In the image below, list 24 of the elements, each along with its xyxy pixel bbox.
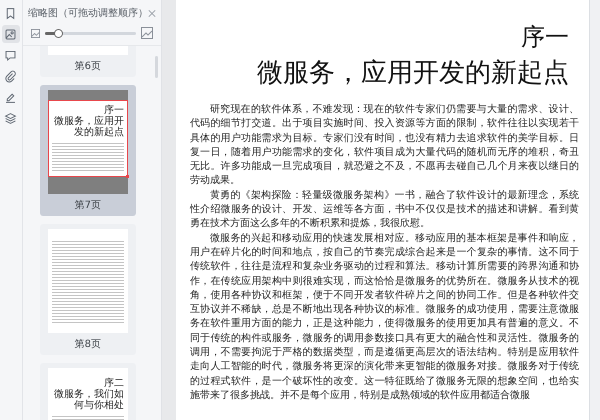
page-label: 第7页 xyxy=(74,199,102,212)
body-paragraph: 研究现在的软件体系，不难发现：现在的软件专家们仍需要与大量的需求、设计、代码的细节打交道。出于项目实施时间、投入资源等方面的限制，软件往往以实现若干具体的用户功能需求为目标。专家们没有时间，也没有精力去追求软件的美学目标。日复一日，随着用户功能需求的变化，软件项目成为大量代码的随机而无序的堆积，奇丑无比。许多功能成一旦完成项目，就恐避之不及，不愿再去碰自己几个月来夜以继日的劳动成果。 xyxy=(190,102,580,188)
zoom-slider[interactable] xyxy=(44,32,136,34)
page-thumbnail-card[interactable]: 序二 微服务，我们如何与你相处 xyxy=(40,363,136,420)
thumbnail-heading: 序二 xyxy=(104,378,124,389)
large-image-icon[interactable] xyxy=(140,27,153,39)
scrollbar[interactable] xyxy=(589,0,600,420)
body-paragraph: 黄勇的《架构探险：轻量级微服务架构》一书，融合了软件设计的最新理念，系统性介绍微服务的设计、开发、运维等各方面，书中不仅仅是技术的描述和讲解。看到黄勇在技术方面这么多年的不断积累和提炼，我很欣慰。 xyxy=(190,188,580,232)
panel-title: 缩略图（可拖动调整顺序） xyxy=(28,6,148,20)
thumbnail-icon[interactable] xyxy=(2,25,20,43)
thumbnail-heading: 序一 xyxy=(104,105,124,116)
body-paragraph: 微服务的兴起和移动应用的快速发展相对应。移动应用的基本框架是事件和响应，用户在碎片化的时间和地点，按自己的节奏完成综合起来是一个复杂的事情。这不同于传统软件，往往是流程和复杂业务驱动的过程和算法。移动计算所需要的跨界沟通和协作，在传统应用架构中则很难实现，而这恰恰是微服务的优势所在。微服务从技术的视角，使用各种协议和框架，便于不同开发者软件碎片之间的协同工作。但是各种软件交互协议并不稀缺，总是不断地出现各种协议的标准。微服务的成功使用，需要注意微服务在软件重用方面的能力，正是这种能力，使得微服务的使用更加具有普遍的意义。不同于传统的构件或服务，微服务的调用参数接口具有更大的融合性和灵活性。微服务的调用，不需要拘泥于严格的数据类型，而是遵循更高层次的语法结构。特别是应用软件走向人工智能的时代，微服务将更深的演化带来更智能的微服务对接。微服务对于传统的过程式软件，是一个破坏性的改变。这一特征既给了微服务无限的想象空间，也给实施带来了很多挑战。并不是每个应用，特别是成熟领域的软件应用都适合微服 xyxy=(190,232,580,403)
viewport-frame[interactable]: 序一 微服务，应用开发的新起点 xyxy=(48,100,128,177)
small-image-icon[interactable] xyxy=(30,28,40,38)
page-thumbnail-card[interactable]: 第6页 xyxy=(40,46,136,77)
section-heading: 序一 xyxy=(520,22,570,53)
scrollbar-thumb[interactable] xyxy=(154,56,158,78)
page-label: 第6页 xyxy=(74,60,102,73)
thumbnail-title: 微服务，我们如何与你相处 xyxy=(52,389,124,411)
chapter-title: 微服务，应用开发的新起点 xyxy=(256,57,570,90)
page-label: 第8页 xyxy=(74,338,102,351)
thumbnail-title: 微服务，应用开发的新起点 xyxy=(52,116,124,138)
page-thumbnail-card[interactable]: 第8页 xyxy=(40,224,136,355)
page-thumbnail-card[interactable]: 序一 微服务，应用开发的新起点 第7页 xyxy=(40,85,136,216)
